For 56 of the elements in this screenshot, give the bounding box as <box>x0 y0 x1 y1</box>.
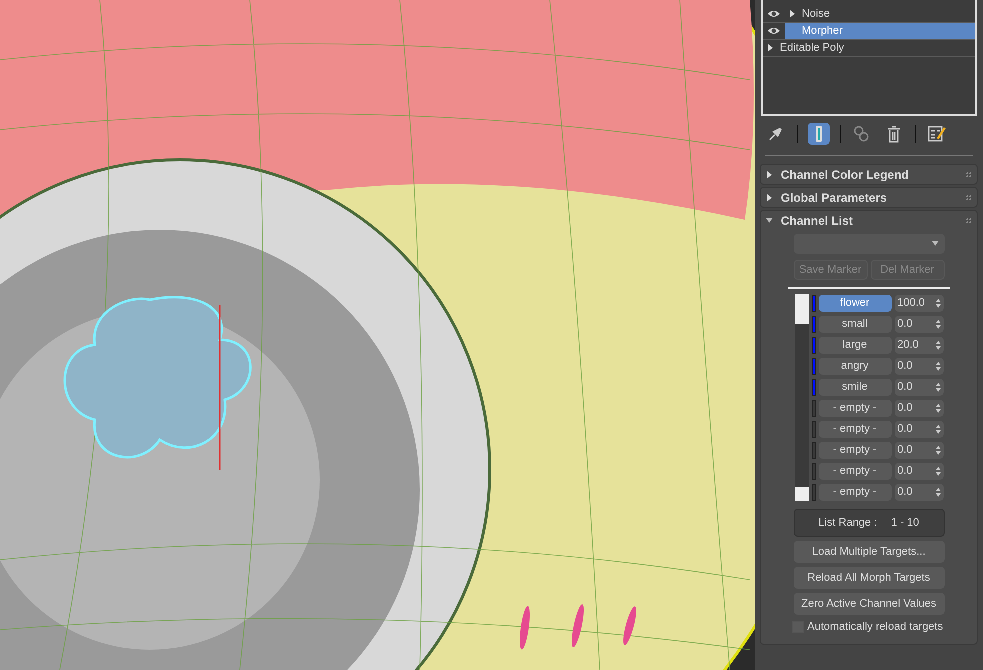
channel-value-spinner[interactable]: 0.0 <box>894 420 944 438</box>
spinner-arrows-icon[interactable] <box>936 446 940 454</box>
expand-icon[interactable] <box>766 194 773 202</box>
channel-value-spinner[interactable]: 0.0 <box>894 378 944 396</box>
channel-value-spinner[interactable]: 20.0 <box>894 336 944 354</box>
action-button[interactable]: Reload All Morph Targets <box>794 567 944 589</box>
channel-button[interactable]: flower <box>818 294 892 312</box>
rollout-header[interactable]: Global Parameters <box>761 188 977 207</box>
channel-scrollbar[interactable] <box>794 294 808 501</box>
spinner-arrows-icon[interactable] <box>936 488 940 496</box>
expand-icon[interactable] <box>766 216 773 224</box>
list-range-label: List Range : <box>818 516 878 531</box>
spinner-arrows-icon[interactable] <box>936 424 940 434</box>
spinner-arrows-icon[interactable] <box>936 382 940 392</box>
spinner-arrows-icon[interactable] <box>936 466 940 476</box>
channel-button[interactable]: - empty - <box>818 442 892 458</box>
expand-icon[interactable] <box>766 170 773 178</box>
eye-icon[interactable] <box>767 26 781 36</box>
channel-button[interactable]: - empty - <box>818 420 892 438</box>
channel-value-spinner[interactable]: 100.0 <box>894 294 944 312</box>
grip-icon[interactable] <box>966 218 972 224</box>
channel-button[interactable]: small <box>818 316 892 332</box>
show-end-result-icon[interactable] <box>814 125 824 143</box>
marker-dropdown[interactable] <box>794 234 944 254</box>
channel-value-spinner[interactable]: 0.0 <box>894 484 944 500</box>
channel-button[interactable]: smile <box>818 378 892 396</box>
grip-icon[interactable] <box>966 172 972 178</box>
channel-value-spinner[interactable]: 0.0 <box>894 442 944 458</box>
spinner-arrows-icon[interactable] <box>936 320 940 328</box>
spinner-arrows-icon[interactable] <box>936 404 940 412</box>
spinner-arrows-icon[interactable] <box>936 362 940 370</box>
list-range-value: 1 - 10 <box>891 516 920 531</box>
action-button[interactable]: Load Multiple Targets... <box>794 541 944 563</box>
channel-button[interactable]: - empty - <box>818 400 892 416</box>
channel-value-spinner[interactable]: 0.0 <box>894 316 944 332</box>
channel-button[interactable]: angry <box>818 358 892 374</box>
eye-icon[interactable] <box>767 9 781 19</box>
rollout-header[interactable]: Channel List <box>761 211 977 230</box>
toolbar-button[interactable] <box>808 123 830 145</box>
dropdown-arrow-icon[interactable] <box>932 240 938 248</box>
spinner-arrows-icon[interactable] <box>936 298 940 308</box>
spinner-arrows-icon[interactable] <box>936 340 940 350</box>
channel-value-spinner[interactable]: 0.0 <box>894 462 944 480</box>
channel-button[interactable]: - empty - <box>818 462 892 480</box>
channel-value-spinner[interactable]: 0.0 <box>894 400 944 416</box>
trash-icon[interactable] <box>887 126 901 142</box>
action-button[interactable]: Zero Active Channel Values <box>794 593 944 615</box>
channel-button[interactable]: large <box>818 336 892 354</box>
grip-icon[interactable] <box>966 194 972 200</box>
checkbox-label: Automatically reload targets <box>808 620 944 635</box>
channel-button[interactable]: - empty - <box>818 484 892 500</box>
expand-icon[interactable] <box>789 10 796 18</box>
expand-icon[interactable] <box>767 44 774 52</box>
modifier-stack-item[interactable]: Editable Poly <box>763 40 975 57</box>
rollout-header[interactable]: Channel Color Legend <box>761 165 977 184</box>
channel-value-spinner[interactable]: 0.0 <box>894 358 944 374</box>
